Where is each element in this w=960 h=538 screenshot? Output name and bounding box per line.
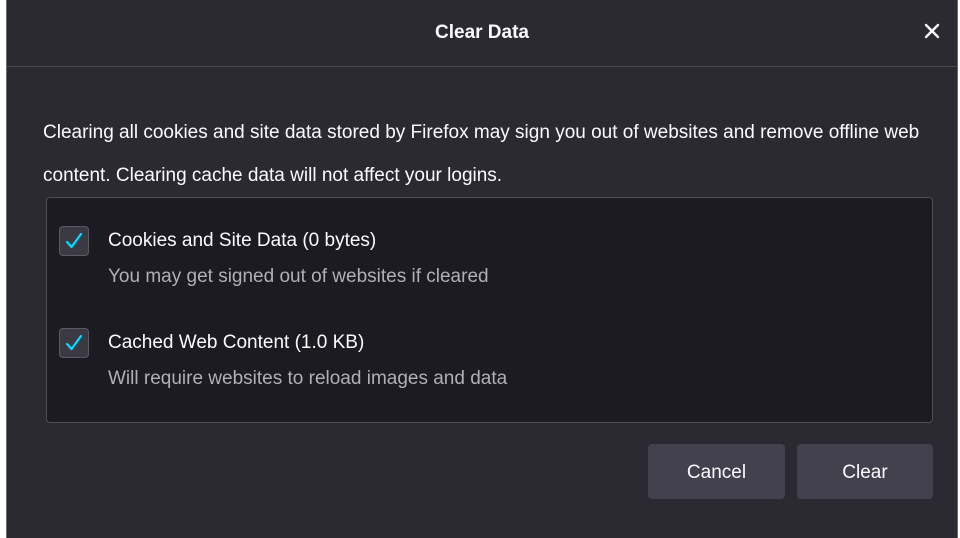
- dialog-title: Clear Data: [435, 22, 529, 43]
- option-cache: Cached Web Content (1.0 KB) Will require…: [59, 324, 919, 404]
- checkmark-icon: [65, 334, 83, 351]
- cookies-description: You may get signed out of websites if cl…: [108, 266, 489, 287]
- cookies-checkbox[interactable]: [59, 226, 89, 256]
- dialog-titlebar: Clear Data: [7, 0, 957, 67]
- cancel-button[interactable]: Cancel: [648, 444, 785, 499]
- cookies-label[interactable]: Cookies and Site Data (0 bytes): [108, 230, 376, 252]
- cache-label[interactable]: Cached Web Content (1.0 KB): [108, 332, 364, 354]
- options-box: Cookies and Site Data (0 bytes) You may …: [46, 197, 933, 423]
- close-icon: [924, 23, 940, 39]
- option-cookies: Cookies and Site Data (0 bytes) You may …: [59, 222, 919, 302]
- cache-description: Will require websites to reload images a…: [108, 368, 508, 389]
- dialog-description: Clearing all cookies and site data store…: [43, 122, 920, 186]
- checkmark-icon: [65, 232, 83, 249]
- clear-data-dialog: Clear Data Clearing all cookies and site…: [6, 0, 958, 538]
- close-button[interactable]: [917, 16, 947, 46]
- clear-button[interactable]: Clear: [797, 444, 933, 499]
- cache-checkbox[interactable]: [59, 328, 89, 358]
